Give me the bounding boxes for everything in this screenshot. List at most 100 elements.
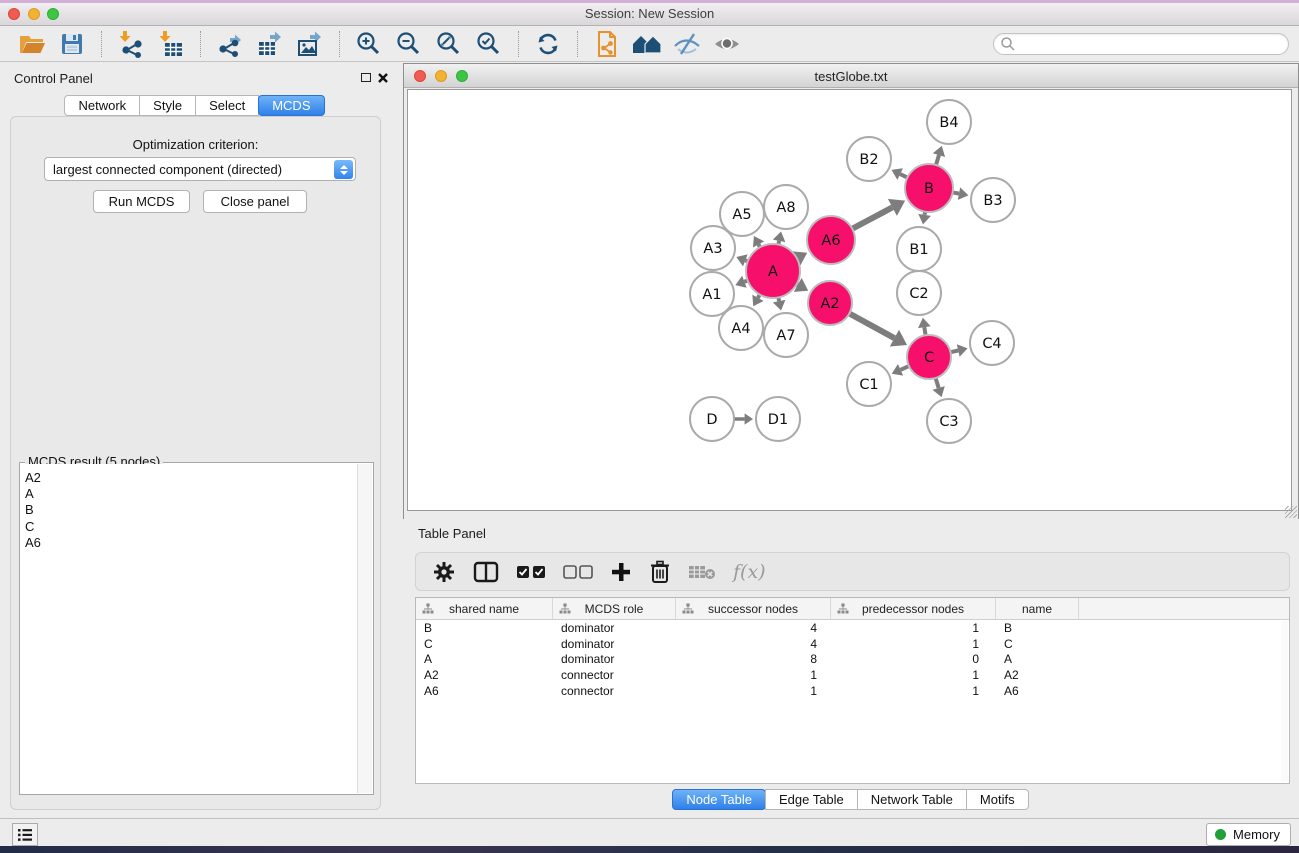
show-graphics-icon[interactable]: [712, 30, 742, 58]
close-panel-button[interactable]: Close panel: [203, 190, 307, 213]
graph-node-label: B4: [939, 115, 958, 131]
tab-node-table[interactable]: Node Table: [672, 789, 766, 810]
graph-edge[interactable]: [936, 155, 939, 165]
table-cell: 1: [676, 684, 831, 698]
column-header-name[interactable]: name: [996, 598, 1079, 619]
mcds-result-item[interactable]: A: [20, 486, 357, 502]
import-network-icon[interactable]: [116, 30, 146, 58]
tab-select[interactable]: Select: [195, 95, 259, 116]
zoom-fit-icon[interactable]: [434, 30, 464, 58]
graph-edge[interactable]: [852, 207, 892, 228]
zoom-selected-icon[interactable]: [474, 30, 504, 58]
desktop-edge: [0, 0, 1299, 3]
graph-edge-arrowhead: [745, 413, 753, 424]
table-scrollbar[interactable]: [1281, 621, 1288, 782]
table-body: Bdominator41BCdominator41CAdominator80AA…: [416, 620, 1289, 699]
network-window-titlebar[interactable]: testGlobe.txt: [404, 64, 1298, 88]
memory-button[interactable]: Memory: [1206, 823, 1291, 846]
delete-table-icon[interactable]: [688, 557, 716, 587]
table-row[interactable]: A2connector11A2: [416, 667, 1289, 683]
network-canvas[interactable]: B4B2BB3A5A8A6B1A3AA1C2A2A4A7CC4C1C3DD1: [407, 89, 1292, 511]
table-cell: 8: [676, 652, 831, 666]
resize-grip-icon[interactable]: [1285, 506, 1297, 518]
graph-edge[interactable]: [849, 314, 894, 339]
dropdown-stepper-icon[interactable]: [334, 160, 353, 179]
table-options-icon[interactable]: [432, 557, 456, 587]
mcds-result-scrollbar[interactable]: [357, 464, 372, 793]
table-row[interactable]: Bdominator41B: [416, 620, 1289, 636]
column-label: MCDS role: [585, 602, 644, 616]
table-cell: C: [416, 637, 553, 651]
zoom-in-icon[interactable]: [354, 30, 384, 58]
table-row[interactable]: Cdominator41C: [416, 636, 1289, 652]
table-cell: A2: [996, 668, 1079, 682]
hide-graphics-icon[interactable]: [672, 30, 702, 58]
graph-node-label: B1: [909, 242, 928, 258]
mcds-result-list[interactable]: A2ABCA6: [20, 464, 357, 793]
graph-edge[interactable]: [900, 174, 907, 177]
network-from-file-icon[interactable]: [592, 30, 622, 58]
table-panel: Table Panel f(x) sh: [403, 519, 1299, 818]
tab-network-table[interactable]: Network Table: [857, 789, 967, 810]
graph-edge[interactable]: [924, 327, 925, 335]
graph-node-label: D: [706, 412, 717, 428]
graph-node-label: C3: [939, 414, 958, 430]
export-network-icon[interactable]: [215, 30, 245, 58]
open-session-icon[interactable]: [17, 30, 47, 58]
mcds-result-item[interactable]: C: [20, 519, 357, 535]
graph-node-label: C2: [909, 286, 928, 302]
table-cell: A2: [416, 668, 553, 682]
network-view-window: testGlobe.txt B4B2BB3A5A8A6B1A3AA1C2A2A4…: [403, 63, 1299, 520]
run-mcds-button[interactable]: Run MCDS: [93, 190, 190, 213]
close-panel-icon[interactable]: [377, 72, 389, 84]
graph-edge[interactable]: [936, 378, 939, 388]
column-header-mcds-role[interactable]: MCDS role: [553, 598, 676, 619]
column-browser-icon[interactable]: [473, 557, 499, 587]
table-cell: dominator: [553, 652, 676, 666]
toolbar-separator: [339, 31, 340, 57]
mcds-result-item[interactable]: A2: [20, 470, 357, 486]
export-table-icon[interactable]: [255, 30, 285, 58]
task-history-button[interactable]: [12, 823, 38, 846]
network-graph[interactable]: B4B2BB3A5A8A6B1A3AA1C2A2A4A7CC4C1C3DD1: [408, 90, 1293, 512]
graph-edge[interactable]: [950, 351, 958, 353]
import-table-icon[interactable]: [156, 30, 186, 58]
graph-edge-arrowhead: [957, 344, 968, 356]
mcds-result-item[interactable]: B: [20, 502, 357, 518]
refresh-icon[interactable]: [533, 30, 563, 58]
graph-edge-arrowhead: [773, 300, 786, 311]
float-panel-icon[interactable]: [361, 73, 371, 82]
column-header-successor-nodes[interactable]: successor nodes: [676, 598, 831, 619]
node-table[interactable]: shared name MCDS role successor nodes pr…: [415, 597, 1290, 784]
column-header-shared-name[interactable]: shared name: [416, 598, 553, 619]
tab-motifs[interactable]: Motifs: [966, 789, 1029, 810]
graph-node-label: A2: [820, 296, 839, 312]
criterion-dropdown[interactable]: largest connected component (directed): [44, 157, 356, 181]
tab-mcds[interactable]: MCDS: [258, 95, 324, 116]
deselect-all-icon[interactable]: [563, 557, 593, 587]
table-row[interactable]: Adominator80A: [416, 652, 1289, 668]
table-cell: A6: [996, 684, 1079, 698]
mcds-result-item[interactable]: A6: [20, 535, 357, 551]
table-panel-title: Table Panel: [418, 526, 486, 541]
column-header-predecessor-nodes[interactable]: predecessor nodes: [831, 598, 996, 619]
graph-edge[interactable]: [901, 366, 909, 370]
export-image-icon[interactable]: [295, 30, 325, 58]
zoom-out-icon[interactable]: [394, 30, 424, 58]
session-title: Session: New Session: [0, 6, 1299, 21]
function-builder-icon[interactable]: f(x): [733, 557, 766, 587]
delete-column-icon[interactable]: [649, 557, 671, 587]
home-icon[interactable]: [632, 30, 662, 58]
select-all-icon[interactable]: [516, 557, 546, 587]
table-row[interactable]: A6connector11A6: [416, 683, 1289, 699]
search-box[interactable]: [993, 33, 1289, 55]
search-input[interactable]: [1016, 35, 1288, 53]
graph-node-label: A8: [776, 200, 795, 216]
tab-network[interactable]: Network: [64, 95, 140, 116]
add-column-icon[interactable]: [610, 557, 632, 587]
tab-edge-table[interactable]: Edge Table: [765, 789, 858, 810]
save-session-icon[interactable]: [57, 30, 87, 58]
column-label: predecessor nodes: [862, 602, 964, 616]
tab-style[interactable]: Style: [139, 95, 196, 116]
desktop-wallpaper: [0, 846, 1299, 853]
